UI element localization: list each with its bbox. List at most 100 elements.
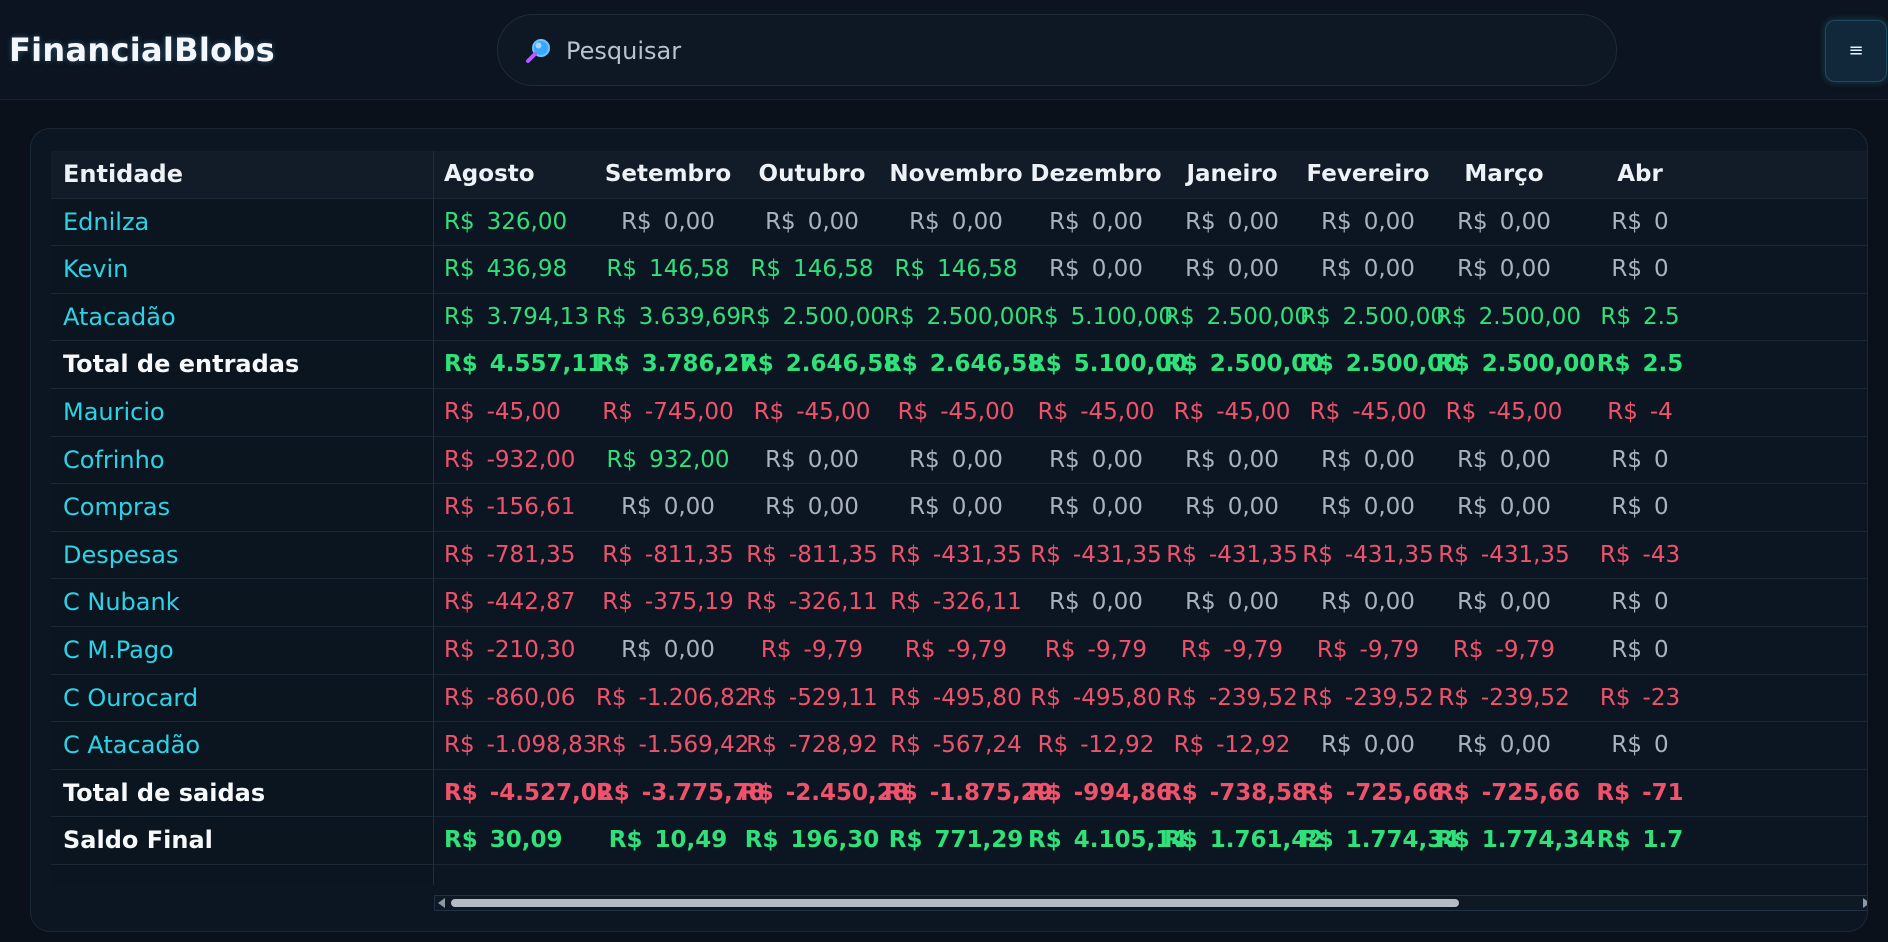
currency-symbol: R$ [444, 827, 478, 854]
month-header[interactable]: Setembro [596, 151, 740, 198]
table-row: R$ -932,00 R$ 932,00 R$ 0,00 R$ 0,00 R$ 0,00 R$ 0,0… [434, 437, 1867, 485]
amount-cell: R$ 0 [1572, 722, 1708, 769]
currency-symbol: R$ [596, 779, 630, 806]
app-title: FinancialBlobs [9, 31, 275, 69]
currency-symbol: R$ [890, 541, 921, 568]
currency-symbol: R$ [1457, 256, 1488, 283]
amount-cell: R$ -725,66 [1300, 770, 1444, 817]
amount-cell: R$ 2.500,00 [740, 294, 886, 341]
amount-value: 2.500,00 [1478, 303, 1582, 330]
currency-symbol: R$ [1044, 637, 1076, 663]
amount-cell: R$ -210,30 [434, 627, 596, 674]
menu-button[interactable]: ≡ [1825, 20, 1887, 82]
month-header[interactable]: Outubro [740, 151, 884, 198]
amount-cell: R$ 0 [1572, 246, 1708, 293]
amount-value: -495,80 [1072, 684, 1162, 711]
amount-cell: R$ 146,58 [884, 246, 1028, 293]
entity-row-label[interactable]: Compras [51, 484, 433, 532]
currency-symbol: R$ [1321, 208, 1352, 235]
amount-value: 0 [1653, 637, 1669, 663]
currency-symbol: R$ [1321, 494, 1352, 521]
scrollbar-thumb[interactable] [451, 899, 1459, 907]
month-header[interactable]: Agosto [434, 151, 596, 198]
amount-cell: R$ 2.500,00 [1300, 294, 1445, 341]
amount-cell: R$ 2.5 [1572, 341, 1708, 388]
amount-cell: R$ 5.100,00 [1028, 341, 1187, 388]
currency-symbol: R$ [1164, 779, 1198, 806]
amount-cell: R$ -932,00 [434, 437, 596, 484]
entity-name[interactable]: C Atacadão [63, 722, 200, 769]
amount-value: -725,66 [1345, 779, 1445, 806]
entity-name[interactable]: C Ourocard [63, 675, 198, 722]
amount-value: 2.500,00 [782, 303, 886, 330]
currency-symbol: R$ [1028, 351, 1062, 378]
amount-cell: R$ 2.500,00 [884, 294, 1029, 341]
scroll-left-arrow-icon[interactable] [438, 898, 445, 908]
currency-symbol: R$ [1316, 637, 1348, 663]
amount-value: 0,00 [1227, 208, 1279, 235]
currency-symbol: R$ [596, 303, 627, 330]
currency-symbol: R$ [904, 637, 936, 663]
amount-value: 0,00 [1227, 256, 1279, 283]
amount-value: -495,80 [932, 684, 1022, 711]
amount-value: -1.098,83 [486, 732, 598, 759]
currency-symbol: R$ [1030, 684, 1061, 711]
month-header[interactable]: Dezembro [1028, 151, 1164, 198]
currency-symbol: R$ [1164, 303, 1195, 330]
amount-cell: R$ -45,00 [740, 389, 884, 436]
amount-cell: R$ -431,35 [1300, 532, 1436, 579]
scroll-right-arrow-icon[interactable] [1863, 898, 1867, 908]
entity-row-label[interactable]: Cofrinho [51, 437, 433, 485]
horizontal-scrollbar[interactable] [434, 895, 1867, 911]
currency-symbol: R$ [444, 732, 475, 759]
entity-name[interactable]: C Nubank [63, 579, 180, 626]
amount-cell: R$ 0,00 [1300, 579, 1436, 626]
currency-symbol: R$ [909, 494, 940, 521]
entity-row-label[interactable]: C Atacadão [51, 722, 433, 770]
amount-cell: R$ 0,00 [1436, 579, 1572, 626]
month-header[interactable]: Março [1436, 151, 1572, 198]
entity-row-label[interactable]: Ednilza [51, 199, 433, 247]
months-table-viewport[interactable]: Agosto Setembro Outubro Novembro Dezembro Jan… [434, 151, 1867, 885]
total-row: R$ 30,09 R$ 10,49 R$ 196,30 R$ 771,29 R$ 4.105,14… [434, 817, 1867, 865]
search-input[interactable] [566, 31, 1566, 71]
currency-symbol: R$ [1607, 399, 1638, 425]
entity-name[interactable]: Kevin [63, 246, 128, 293]
table-row: R$ 3.794,13 R$ 3.639,69 R$ 2.500,00 R$ 2.500,00… [434, 294, 1867, 342]
entity-row-label[interactable]: Mauricio [51, 389, 433, 437]
entity-row-label[interactable]: C M.Pago [51, 627, 433, 675]
month-header[interactable]: Abr [1572, 151, 1708, 198]
entity-row-label[interactable]: Atacadão [51, 294, 433, 342]
amount-cell: R$ 326,00 [434, 199, 596, 246]
entity-name[interactable]: Ednilza [63, 199, 149, 246]
entity-row-label[interactable]: C Nubank [51, 579, 433, 627]
month-header[interactable]: Novembro [884, 151, 1028, 198]
amount-value: -326,11 [788, 589, 878, 616]
amount-value: 932,00 [649, 446, 730, 473]
month-header[interactable]: Janeiro [1164, 151, 1300, 198]
entity-name[interactable]: Cofrinho [63, 437, 165, 484]
entity-name[interactable]: C M.Pago [63, 627, 174, 674]
search-bar[interactable] [497, 14, 1617, 86]
amount-value: 0,00 [807, 208, 859, 235]
entity-name[interactable]: Compras [63, 484, 170, 531]
month-header[interactable]: Fevereiro [1300, 151, 1436, 198]
currency-symbol: R$ [1611, 589, 1642, 616]
amount-cell: R$ 4.105,14 [1028, 817, 1187, 864]
entity-row-label[interactable]: Kevin [51, 246, 433, 294]
entity-name[interactable]: Atacadão [63, 294, 176, 341]
table-row: R$ -442,87 R$ -375,19 R$ -326,11 R$ -326,11 R$ 0,… [434, 579, 1867, 627]
entity-name[interactable]: Despesas [63, 532, 178, 579]
amount-value: 0,00 [1091, 446, 1143, 473]
entity-row-label[interactable]: Despesas [51, 532, 433, 580]
amount-cell: R$ -431,35 [884, 532, 1028, 579]
amount-value: 0,00 [1227, 494, 1279, 521]
amount-cell: R$ 436,98 [434, 246, 596, 293]
currency-symbol: R$ [1457, 732, 1488, 759]
entity-row-label[interactable]: C Ourocard [51, 675, 433, 723]
entity-name[interactable]: Mauricio [63, 389, 165, 436]
amount-value: 0,00 [1499, 494, 1551, 521]
amount-cell: R$ 0 [1572, 437, 1708, 484]
total-row-label: Saldo Final [51, 817, 433, 865]
top-bar: FinancialBlobs ≡ [0, 0, 1888, 100]
